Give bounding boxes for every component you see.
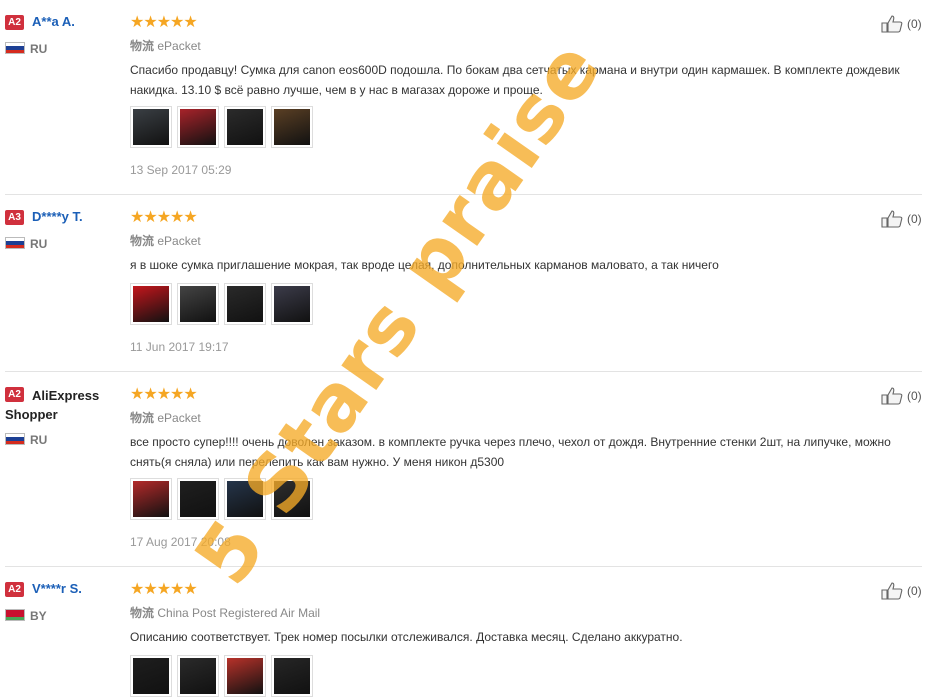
review-photo-thumbnail[interactable] (224, 478, 266, 520)
flag-icon (5, 433, 25, 445)
helpful-button[interactable]: (0) (881, 387, 922, 405)
review-photo-thumbnail[interactable] (271, 106, 313, 148)
divider (5, 566, 922, 567)
review-photo-thumbnail[interactable] (177, 106, 219, 148)
reviewer-name[interactable]: A**a A. (32, 14, 75, 29)
helpful-count: (0) (907, 212, 922, 226)
divider (5, 194, 922, 195)
thumbs-up-icon (881, 210, 903, 228)
review-text: Описанию соответствует. Трек номер посыл… (130, 630, 683, 644)
star-rating: ★★★★★ (130, 581, 198, 598)
photo-image (180, 481, 216, 517)
review-photo-thumbnail[interactable] (177, 478, 219, 520)
review-photo-thumbnail[interactable] (224, 106, 266, 148)
photo-image (227, 286, 263, 322)
flag-icon (5, 237, 25, 249)
review-photo-thumbnail[interactable] (177, 283, 219, 325)
review-text: я в шоке сумка приглашение мокрая, так в… (130, 258, 719, 272)
photo-image (133, 481, 169, 517)
country-code: RU (30, 433, 48, 447)
review-date: 13 Sep 2017 05:29 (130, 163, 232, 177)
photo-image (227, 658, 263, 694)
review-photo-thumbnail[interactable] (271, 478, 313, 520)
flag-icon (5, 609, 25, 621)
divider (5, 371, 922, 372)
shipping-method: 物流 ePacket (130, 234, 201, 248)
reviewer-name[interactable]: V****r S. (32, 581, 82, 596)
review-photos (130, 283, 313, 325)
review-photo-thumbnail[interactable] (130, 283, 172, 325)
photo-image (274, 286, 310, 322)
helpful-button[interactable]: (0) (881, 210, 922, 228)
photo-image (180, 286, 216, 322)
review-photo-thumbnail[interactable] (271, 283, 313, 325)
shipping-method: 物流 ePacket (130, 411, 201, 425)
review-date: 11 Jun 2017 19:17 (130, 340, 229, 354)
reviewer-name[interactable]: D****y T. (32, 209, 83, 224)
photo-image (274, 658, 310, 694)
review-text: все просто супер!!!! очень доволен заказ… (130, 435, 891, 469)
review-photo-thumbnail[interactable] (130, 655, 172, 697)
thumbs-up-icon (881, 15, 903, 33)
review-photos (130, 478, 313, 520)
review-date: 17 Aug 2017 20:08 (130, 535, 231, 549)
shipping-method: 物流 China Post Registered Air Mail (130, 606, 321, 620)
thumbs-up-icon (881, 387, 903, 405)
photo-image (227, 109, 263, 145)
review-photo-thumbnail[interactable] (130, 478, 172, 520)
star-rating: ★★★★★ (130, 14, 198, 31)
star-rating: ★★★★★ (130, 386, 198, 403)
review-photo-thumbnail[interactable] (224, 283, 266, 325)
review-photos (130, 655, 313, 697)
buyer-level-badge: A2 (5, 15, 24, 30)
helpful-count: (0) (907, 584, 922, 598)
photo-image (180, 658, 216, 694)
thumbs-up-icon (881, 582, 903, 600)
country-code: BY (30, 609, 47, 623)
reviewer-name[interactable]: AliExpress Shopper (5, 386, 115, 424)
flag-icon (5, 42, 25, 54)
review-photo-thumbnail[interactable] (130, 106, 172, 148)
country-code: RU (30, 237, 48, 251)
photo-image (133, 658, 169, 694)
shipping-method: 物流 ePacket (130, 39, 201, 53)
review-text: Спасибо продавцу! Сумка для canon eos600… (130, 63, 900, 97)
buyer-level-badge: A3 (5, 210, 24, 225)
review-photo-thumbnail[interactable] (177, 655, 219, 697)
review-photos (130, 106, 313, 148)
star-rating: ★★★★★ (130, 209, 198, 226)
helpful-button[interactable]: (0) (881, 15, 922, 33)
photo-image (274, 109, 310, 145)
photo-image (227, 481, 263, 517)
photo-image (133, 286, 169, 322)
review-photo-thumbnail[interactable] (224, 655, 266, 697)
photo-image (180, 109, 216, 145)
helpful-button[interactable]: (0) (881, 582, 922, 600)
country-code: RU (30, 42, 48, 56)
photo-image (133, 109, 169, 145)
buyer-level-badge: A2 (5, 582, 24, 597)
review-photo-thumbnail[interactable] (271, 655, 313, 697)
helpful-count: (0) (907, 17, 922, 31)
photo-image (274, 481, 310, 517)
helpful-count: (0) (907, 389, 922, 403)
